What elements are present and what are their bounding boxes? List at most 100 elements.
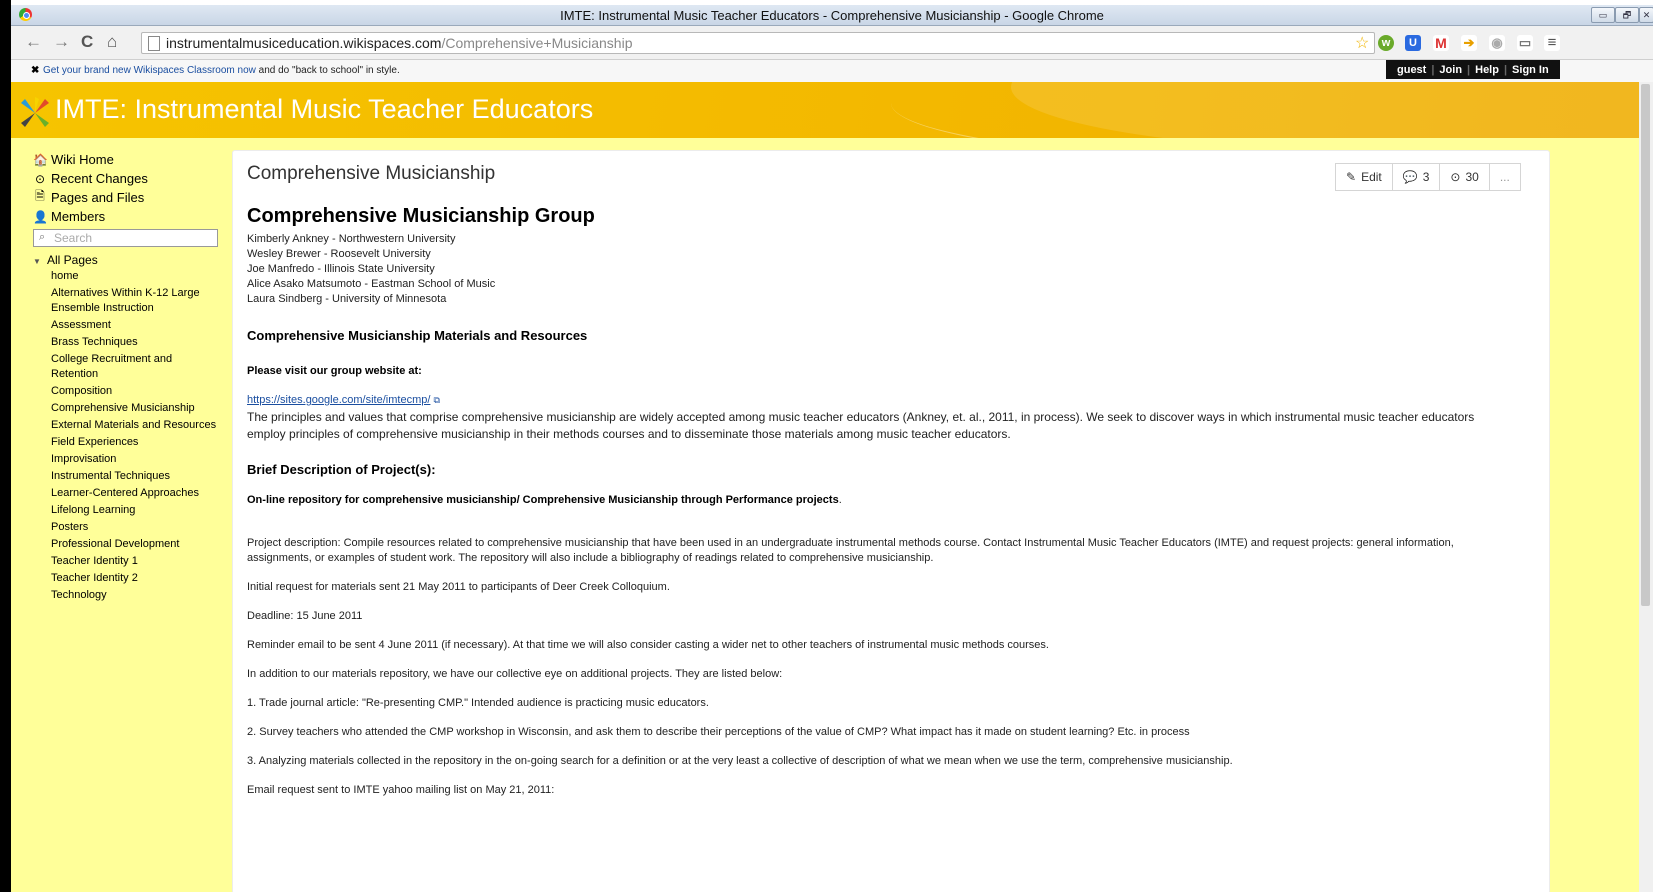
search-icon: ⌕: [39, 231, 46, 243]
external-link-icon: ⧉: [433, 395, 440, 405]
sidebar-pages-and-files[interactable]: 🗎 Pages and Files: [33, 188, 233, 207]
help-link[interactable]: Help: [1470, 64, 1504, 76]
page-link[interactable]: Teacher Identity 1: [51, 554, 221, 569]
title-bar: IMTE: Instrumental Music Teacher Educato…: [11, 5, 1653, 26]
sidebar-link-label: Pages and Files: [51, 190, 145, 205]
member-item: Alice Asako Matsumoto - Eastman School o…: [247, 278, 496, 290]
page-scrollbar[interactable]: [1639, 82, 1653, 892]
page-link[interactable]: External Materials and Resources: [51, 418, 221, 433]
forward-button[interactable]: →: [53, 32, 70, 52]
maximize-button[interactable]: 🗗: [1615, 7, 1639, 23]
page-link[interactable]: Assessment: [51, 318, 221, 333]
close-window-button[interactable]: ✕: [1639, 7, 1653, 23]
extension-w-icon[interactable]: w: [1378, 35, 1394, 51]
principles-paragraph: The principles and values that comprise …: [247, 410, 1475, 441]
more-button[interactable]: ...: [1488, 163, 1521, 191]
sign-in-link[interactable]: Sign In: [1507, 64, 1554, 76]
browser-window: IMTE: Instrumental Music Teacher Educato…: [11, 0, 1653, 892]
group-website-link[interactable]: https://sites.google.com/site/imtecmp/: [247, 394, 430, 406]
notification-rest: and do "back to school" in style.: [255, 65, 400, 76]
extension-arrow-icon[interactable]: ➔: [1461, 35, 1477, 51]
page-link[interactable]: home: [51, 269, 221, 284]
reload-button[interactable]: C: [81, 32, 93, 52]
page-link[interactable]: Teacher Identity 2: [51, 571, 221, 586]
repository-line: On-line repository for comprehensive mus…: [247, 494, 839, 506]
comments-icon: 💬: [1402, 170, 1418, 184]
comments-count: 3: [1422, 170, 1430, 184]
url-text[interactable]: instrumentalmusiceducation.wikispaces.co…: [166, 35, 633, 51]
project-item-2: 2. Survey teachers who attended the CMP …: [247, 726, 1190, 738]
page-link[interactable]: Learner-Centered Approaches: [51, 486, 221, 501]
minimize-button[interactable]: ▭: [1591, 7, 1615, 23]
page-title: Comprehensive Musicianship: [247, 163, 496, 184]
comments-button[interactable]: 💬 3: [1391, 163, 1441, 191]
additional-projects-intro: In addition to our materials repository,…: [247, 668, 783, 680]
extension-blue-icon[interactable]: U: [1405, 35, 1421, 51]
member-item: Laura Sindberg - University of Minnesota: [247, 293, 447, 305]
file-icon: 🗎: [35, 189, 45, 203]
back-button[interactable]: ←: [25, 32, 42, 52]
repository-period: .: [838, 494, 842, 506]
page-actions: ✎ Edit 💬 3 ⊙ 30 ...: [1335, 163, 1521, 191]
site-header: IMTE: Instrumental Music Teacher Educato…: [11, 82, 1653, 138]
initial-request: Initial request for materials sent 21 Ma…: [247, 581, 670, 593]
sidebar-members[interactable]: 👤 Members: [33, 207, 233, 226]
page-link[interactable]: Improvisation: [51, 452, 221, 467]
gmail-icon[interactable]: M: [1433, 35, 1449, 51]
join-link[interactable]: Join: [1434, 64, 1467, 76]
page-link[interactable]: Technology: [51, 588, 221, 603]
project-description: Project description: Compile resources r…: [247, 537, 1454, 564]
user-bar: guest | Join | Help | Sign In: [1386, 60, 1560, 79]
window-title: IMTE: Instrumental Music Teacher Educato…: [560, 8, 1104, 23]
history-button[interactable]: ⊙ 30: [1439, 163, 1490, 191]
bookmark-star-icon[interactable]: ☆: [1355, 33, 1369, 53]
sidebar-recent-changes[interactable]: ⊙ Recent Changes: [33, 169, 233, 188]
edit-button[interactable]: ✎ Edit: [1335, 163, 1393, 191]
page-link[interactable]: Composition: [51, 384, 221, 399]
content-card: Comprehensive Musicianship ✎ Edit 💬 3 ⊙ …: [232, 150, 1550, 892]
page-content: Comprehensive Musicianship Group Kimberl…: [247, 205, 1487, 796]
url-host: instrumentalmusiceducation.wikispaces.co…: [166, 35, 442, 51]
materials-heading: Comprehensive Musicianship Materials and…: [247, 328, 588, 343]
page-link[interactable]: Instrumental Techniques: [51, 469, 221, 484]
page-link[interactable]: Posters: [51, 520, 221, 535]
pencil-icon: ✎: [1346, 170, 1357, 184]
page-link[interactable]: Comprehensive Musicianship: [51, 401, 221, 416]
sidebar: 🏠 Wiki Home ⊙ Recent Changes 🗎 Pages and…: [33, 150, 233, 605]
project-item-1: 1. Trade journal article: "Re-presenting…: [247, 697, 709, 709]
page-link[interactable]: Lifelong Learning: [51, 503, 221, 518]
project-item-3: 3. Analyzing materials collected in the …: [247, 755, 1233, 767]
all-pages-label: All Pages: [47, 253, 98, 267]
home-button[interactable]: ⌂: [107, 32, 117, 52]
group-title: Comprehensive Musicianship Group: [247, 205, 595, 227]
address-bar[interactable]: instrumentalmusiceducation.wikispaces.co…: [141, 32, 1375, 54]
pages-list: home Alternatives Within K-12 Large Ense…: [51, 269, 233, 603]
all-pages-toggle[interactable]: ▼ All Pages: [33, 253, 233, 267]
page-link[interactable]: Field Experiences: [51, 435, 221, 450]
brief-heading: Brief Description of Project(s):: [247, 462, 436, 477]
scrollbar-thumb[interactable]: [1641, 84, 1650, 606]
page-link[interactable]: College Recruitment and Retention: [51, 352, 221, 382]
member-item: Kimberly Ankney - Northwestern Universit…: [247, 233, 456, 245]
url-path: /Comprehensive+Musicianship: [441, 35, 633, 51]
page-icon: [148, 36, 160, 51]
page-link[interactable]: Professional Development: [51, 537, 221, 552]
cast-icon[interactable]: ▭: [1517, 35, 1533, 51]
wiki-logo-icon[interactable]: [19, 97, 51, 129]
user-icon: 👤: [33, 209, 48, 224]
history-count: 30: [1465, 170, 1479, 184]
browser-toolbar: ← → C ⌂ instrumentalmusiceducation.wikis…: [11, 26, 1653, 60]
menu-icon[interactable]: ≡: [1544, 35, 1560, 51]
dismiss-notification-button[interactable]: ✖: [31, 65, 39, 76]
member-item: Wesley Brewer - Roosevelt University: [247, 248, 431, 260]
classroom-link[interactable]: Get your brand new Wikispaces Classroom …: [43, 65, 256, 76]
chevron-down-icon: ▼: [33, 257, 41, 266]
extension-pin-icon[interactable]: ◉: [1489, 35, 1505, 51]
page-link[interactable]: Brass Techniques: [51, 335, 221, 350]
notification-message: Get your brand new Wikispaces Classroom …: [43, 65, 400, 76]
page-link[interactable]: Alternatives Within K-12 Large Ensemble …: [51, 286, 221, 316]
history-icon: ⊙: [1450, 170, 1461, 184]
search-input[interactable]: ⌕ Search: [33, 229, 218, 247]
site-title[interactable]: IMTE: Instrumental Music Teacher Educato…: [55, 94, 593, 125]
sidebar-wiki-home[interactable]: 🏠 Wiki Home: [33, 150, 233, 169]
